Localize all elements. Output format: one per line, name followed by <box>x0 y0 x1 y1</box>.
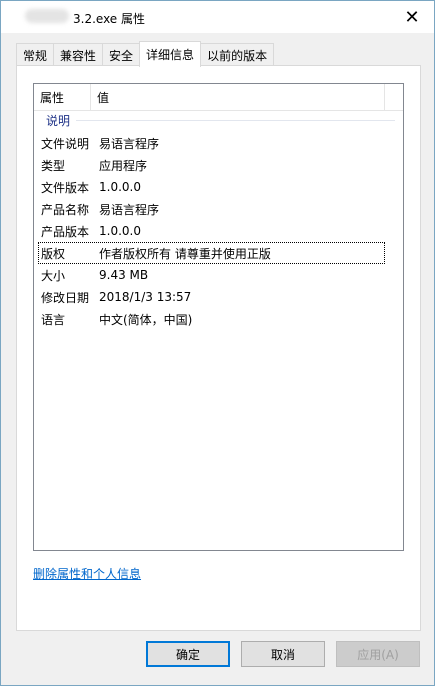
list-row[interactable]: 修改日期 2018/1/3 13:57 <box>38 286 385 308</box>
row-property: 产品名称 <box>41 202 90 217</box>
tab-compatibility[interactable]: 兼容性 <box>53 43 104 66</box>
cancel-button[interactable]: 取消 <box>241 641 325 667</box>
row-property: 文件说明 <box>41 136 90 151</box>
app-icon-blurred <box>25 9 69 23</box>
close-button[interactable]: ✕ <box>390 1 434 33</box>
title-bar: 3.2.exe 属性 ✕ <box>1 1 434 33</box>
row-value: 1.0.0.0 <box>99 180 141 194</box>
list-row[interactable]: 产品版本 1.0.0.0 <box>38 220 385 242</box>
row-value: 易语言程序 <box>99 202 160 217</box>
tab-security[interactable]: 安全 <box>102 43 141 66</box>
group-header-description: 说明 <box>40 112 395 128</box>
details-panel: 属性 值 说明 文件说明 易语言程序 类型 应用程序 文件版本 1.0.0.0 <box>16 65 421 631</box>
row-property: 产品版本 <box>41 224 90 239</box>
row-value: 中文(简体，中国) <box>99 312 193 327</box>
row-value: 1.0.0.0 <box>99 224 141 238</box>
row-value: 2018/1/3 13:57 <box>99 290 192 304</box>
ok-button[interactable]: 确定 <box>146 641 230 667</box>
column-header-value[interactable]: 值 <box>91 84 385 110</box>
list-row[interactable]: 产品名称 易语言程序 <box>38 198 385 220</box>
list-row[interactable]: 语言 中文(简体，中国) <box>38 308 385 330</box>
row-property: 版权 <box>41 246 66 261</box>
row-property: 语言 <box>41 312 66 327</box>
list-row[interactable]: 文件版本 1.0.0.0 <box>38 176 385 198</box>
column-header-property[interactable]: 属性 <box>34 84 91 110</box>
row-property: 文件版本 <box>41 180 90 195</box>
row-property: 修改日期 <box>41 290 90 305</box>
tab-previous-versions[interactable]: 以前的版本 <box>200 43 275 66</box>
window-title: 3.2.exe 属性 <box>73 12 146 26</box>
row-property: 类型 <box>41 158 66 173</box>
row-value: 易语言程序 <box>99 136 160 151</box>
tab-general[interactable]: 常规 <box>16 43 55 66</box>
list-header: 属性 值 <box>34 84 403 111</box>
row-value: 作者版权所有 请尊重并使用正版 <box>99 246 271 261</box>
list-row[interactable]: 类型 应用程序 <box>38 154 385 176</box>
apply-button[interactable]: 应用(A) <box>336 641 420 667</box>
remove-properties-link[interactable]: 删除属性和个人信息 <box>33 565 141 582</box>
row-value: 应用程序 <box>99 158 148 173</box>
list-row-focused[interactable]: 版权 作者版权所有 请尊重并使用正版 <box>38 242 385 264</box>
row-property: 大小 <box>41 268 66 283</box>
list-row[interactable]: 文件说明 易语言程序 <box>38 132 385 154</box>
properties-dialog: 3.2.exe 属性 ✕ 常规 兼容性 安全 详细信息 以前的版本 属性 值 说… <box>0 0 435 686</box>
group-divider <box>76 119 395 121</box>
list-row[interactable]: 大小 9.43 MB <box>38 264 385 286</box>
properties-list[interactable]: 属性 值 说明 文件说明 易语言程序 类型 应用程序 文件版本 1.0.0.0 <box>33 83 404 551</box>
close-icon: ✕ <box>404 6 420 28</box>
group-label: 说明 <box>46 113 71 128</box>
tab-details[interactable]: 详细信息 <box>139 41 202 67</box>
tab-strip: 常规 兼容性 安全 详细信息 以前的版本 <box>16 41 275 67</box>
list-rows: 文件说明 易语言程序 类型 应用程序 文件版本 1.0.0.0 产品名称 易语言… <box>34 132 403 330</box>
row-value: 9.43 MB <box>99 268 149 282</box>
